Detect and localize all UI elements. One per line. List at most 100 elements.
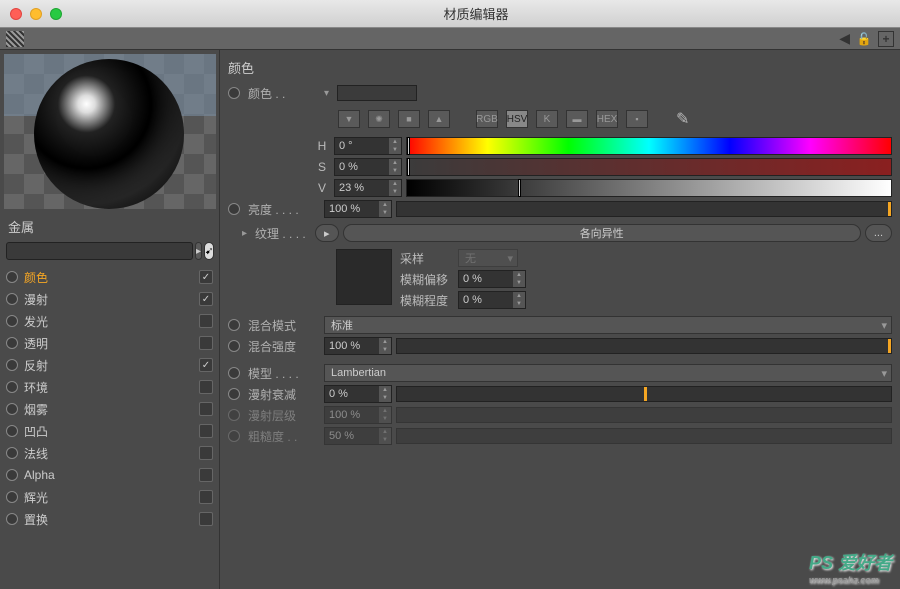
channel-radio[interactable] bbox=[6, 271, 18, 283]
texture-play-button[interactable]: ▸ bbox=[315, 224, 339, 242]
search-go-button[interactable]: ▸ bbox=[195, 242, 202, 260]
close-icon[interactable] bbox=[10, 8, 22, 20]
channel-checkbox[interactable] bbox=[199, 402, 213, 416]
roughness-slider bbox=[396, 428, 892, 444]
square-icon[interactable]: ■ bbox=[398, 110, 420, 128]
channel-row[interactable]: 环境 bbox=[6, 376, 213, 398]
palette-icon[interactable]: ▪ bbox=[626, 110, 648, 128]
swatch-mode-icon[interactable]: ▬ bbox=[566, 110, 588, 128]
channel-radio[interactable] bbox=[6, 315, 18, 327]
channel-checkbox[interactable] bbox=[199, 314, 213, 328]
image-icon[interactable]: ▲ bbox=[428, 110, 450, 128]
rgb-mode[interactable]: RGB bbox=[476, 110, 498, 128]
channel-row[interactable]: 烟雾 bbox=[6, 398, 213, 420]
blend-mode-radio[interactable] bbox=[228, 319, 240, 331]
channel-row[interactable]: 法线 bbox=[6, 442, 213, 464]
s-input[interactable] bbox=[335, 161, 389, 173]
h-input[interactable] bbox=[335, 140, 389, 152]
channel-radio[interactable] bbox=[6, 513, 18, 525]
hsv-mode[interactable]: HSV bbox=[506, 110, 528, 128]
channel-checkbox[interactable] bbox=[199, 424, 213, 438]
channel-row[interactable]: 凹凸 bbox=[6, 420, 213, 442]
hue-slider[interactable] bbox=[406, 137, 892, 155]
k-mode[interactable]: K bbox=[536, 110, 558, 128]
blur-offset-spinner[interactable]: ▲▼ bbox=[458, 270, 526, 288]
channel-radio[interactable] bbox=[6, 337, 18, 349]
channel-radio[interactable] bbox=[6, 359, 18, 371]
channel-row[interactable]: Alpha bbox=[6, 464, 213, 486]
brightness-spinner[interactable]: ▲▼ bbox=[324, 200, 392, 218]
lock-icon[interactable]: 🔓 bbox=[856, 31, 872, 47]
blend-mode-dropdown[interactable]: 标准 bbox=[324, 316, 892, 334]
hex-mode[interactable]: HEX bbox=[596, 110, 618, 128]
color-swatch[interactable] bbox=[337, 85, 417, 101]
diffuse-falloff-slider[interactable] bbox=[396, 386, 892, 402]
material-preview[interactable] bbox=[4, 54, 216, 209]
checker-icon[interactable] bbox=[6, 31, 24, 47]
blur-scale-spinner[interactable]: ▲▼ bbox=[458, 291, 526, 309]
channel-checkbox[interactable] bbox=[199, 490, 213, 504]
s-spinner[interactable]: ▲▼ bbox=[334, 158, 402, 176]
blend-strength-spinner[interactable]: ▲▼ bbox=[324, 337, 392, 355]
channel-row[interactable]: 发光 bbox=[6, 310, 213, 332]
channel-radio[interactable] bbox=[6, 491, 18, 503]
blur-offset-input[interactable] bbox=[459, 273, 513, 285]
channel-radio[interactable] bbox=[6, 469, 18, 481]
minimize-icon[interactable] bbox=[30, 8, 42, 20]
brightness-slider[interactable] bbox=[396, 201, 892, 217]
channel-checkbox[interactable]: ✓ bbox=[199, 292, 213, 306]
channel-radio[interactable] bbox=[6, 425, 18, 437]
material-search-input[interactable] bbox=[6, 242, 193, 260]
channel-checkbox[interactable] bbox=[199, 336, 213, 350]
texture-more-button[interactable]: ... bbox=[865, 224, 892, 242]
preview-sphere bbox=[34, 59, 184, 209]
model-radio[interactable] bbox=[228, 367, 240, 379]
wheel-icon[interactable]: ✺ bbox=[368, 110, 390, 128]
brightness-input[interactable] bbox=[325, 203, 379, 215]
material-name[interactable]: 金属 bbox=[0, 213, 219, 240]
v-input[interactable] bbox=[335, 182, 389, 194]
blur-scale-input[interactable] bbox=[459, 294, 513, 306]
anisotropy-button[interactable]: 各向异性 bbox=[343, 224, 861, 242]
back-arrow-icon[interactable]: ◀ bbox=[839, 30, 850, 47]
channel-checkbox[interactable]: ✓ bbox=[199, 270, 213, 284]
channel-radio[interactable] bbox=[6, 447, 18, 459]
brightness-radio[interactable] bbox=[228, 203, 240, 215]
add-icon[interactable]: + bbox=[878, 31, 894, 47]
sat-slider[interactable] bbox=[406, 158, 892, 176]
diffuse-falloff-input[interactable] bbox=[325, 388, 379, 400]
color-radio[interactable] bbox=[228, 87, 240, 99]
channel-row[interactable]: 辉光 bbox=[6, 486, 213, 508]
sidebar: 金属 ▸ ➹ 颜色 ✓ 漫射 ✓ 发光 透明 反射 ✓ 环境 烟雾 凹凸 bbox=[0, 50, 220, 589]
blend-strength-radio[interactable] bbox=[228, 340, 240, 352]
channel-row[interactable]: 置换 bbox=[6, 508, 213, 530]
h-spinner[interactable]: ▲▼ bbox=[334, 137, 402, 155]
channel-row[interactable]: 漫射 ✓ bbox=[6, 288, 213, 310]
maximize-icon[interactable] bbox=[50, 8, 62, 20]
channel-checkbox[interactable] bbox=[199, 468, 213, 482]
picker-mode-icon[interactable]: ▼ bbox=[338, 110, 360, 128]
texture-expand-icon[interactable]: ▸ bbox=[228, 228, 251, 239]
channel-radio[interactable] bbox=[6, 381, 18, 393]
texture-preview[interactable] bbox=[336, 249, 392, 305]
eyedropper-icon[interactable]: ✎ bbox=[676, 109, 689, 129]
channel-row[interactable]: 反射 ✓ bbox=[6, 354, 213, 376]
channel-checkbox[interactable] bbox=[199, 512, 213, 526]
blend-strength-slider[interactable] bbox=[396, 338, 892, 354]
diffuse-falloff-spinner[interactable]: ▲▼ bbox=[324, 385, 392, 403]
sample-dropdown[interactable]: 无 bbox=[458, 249, 518, 267]
model-dropdown[interactable]: Lambertian bbox=[324, 364, 892, 382]
channel-radio[interactable] bbox=[6, 403, 18, 415]
diffuse-falloff-radio[interactable] bbox=[228, 388, 240, 400]
channel-row[interactable]: 透明 bbox=[6, 332, 213, 354]
color-expand-icon[interactable]: ▾ bbox=[320, 88, 333, 99]
v-spinner[interactable]: ▲▼ bbox=[334, 179, 402, 197]
channel-row[interactable]: 颜色 ✓ bbox=[6, 266, 213, 288]
blend-strength-input[interactable] bbox=[325, 340, 379, 352]
channel-radio[interactable] bbox=[6, 293, 18, 305]
channel-checkbox[interactable] bbox=[199, 446, 213, 460]
picker-button[interactable]: ➹ bbox=[204, 242, 214, 260]
channel-checkbox[interactable] bbox=[199, 380, 213, 394]
channel-checkbox[interactable]: ✓ bbox=[199, 358, 213, 372]
val-slider[interactable] bbox=[406, 179, 892, 197]
